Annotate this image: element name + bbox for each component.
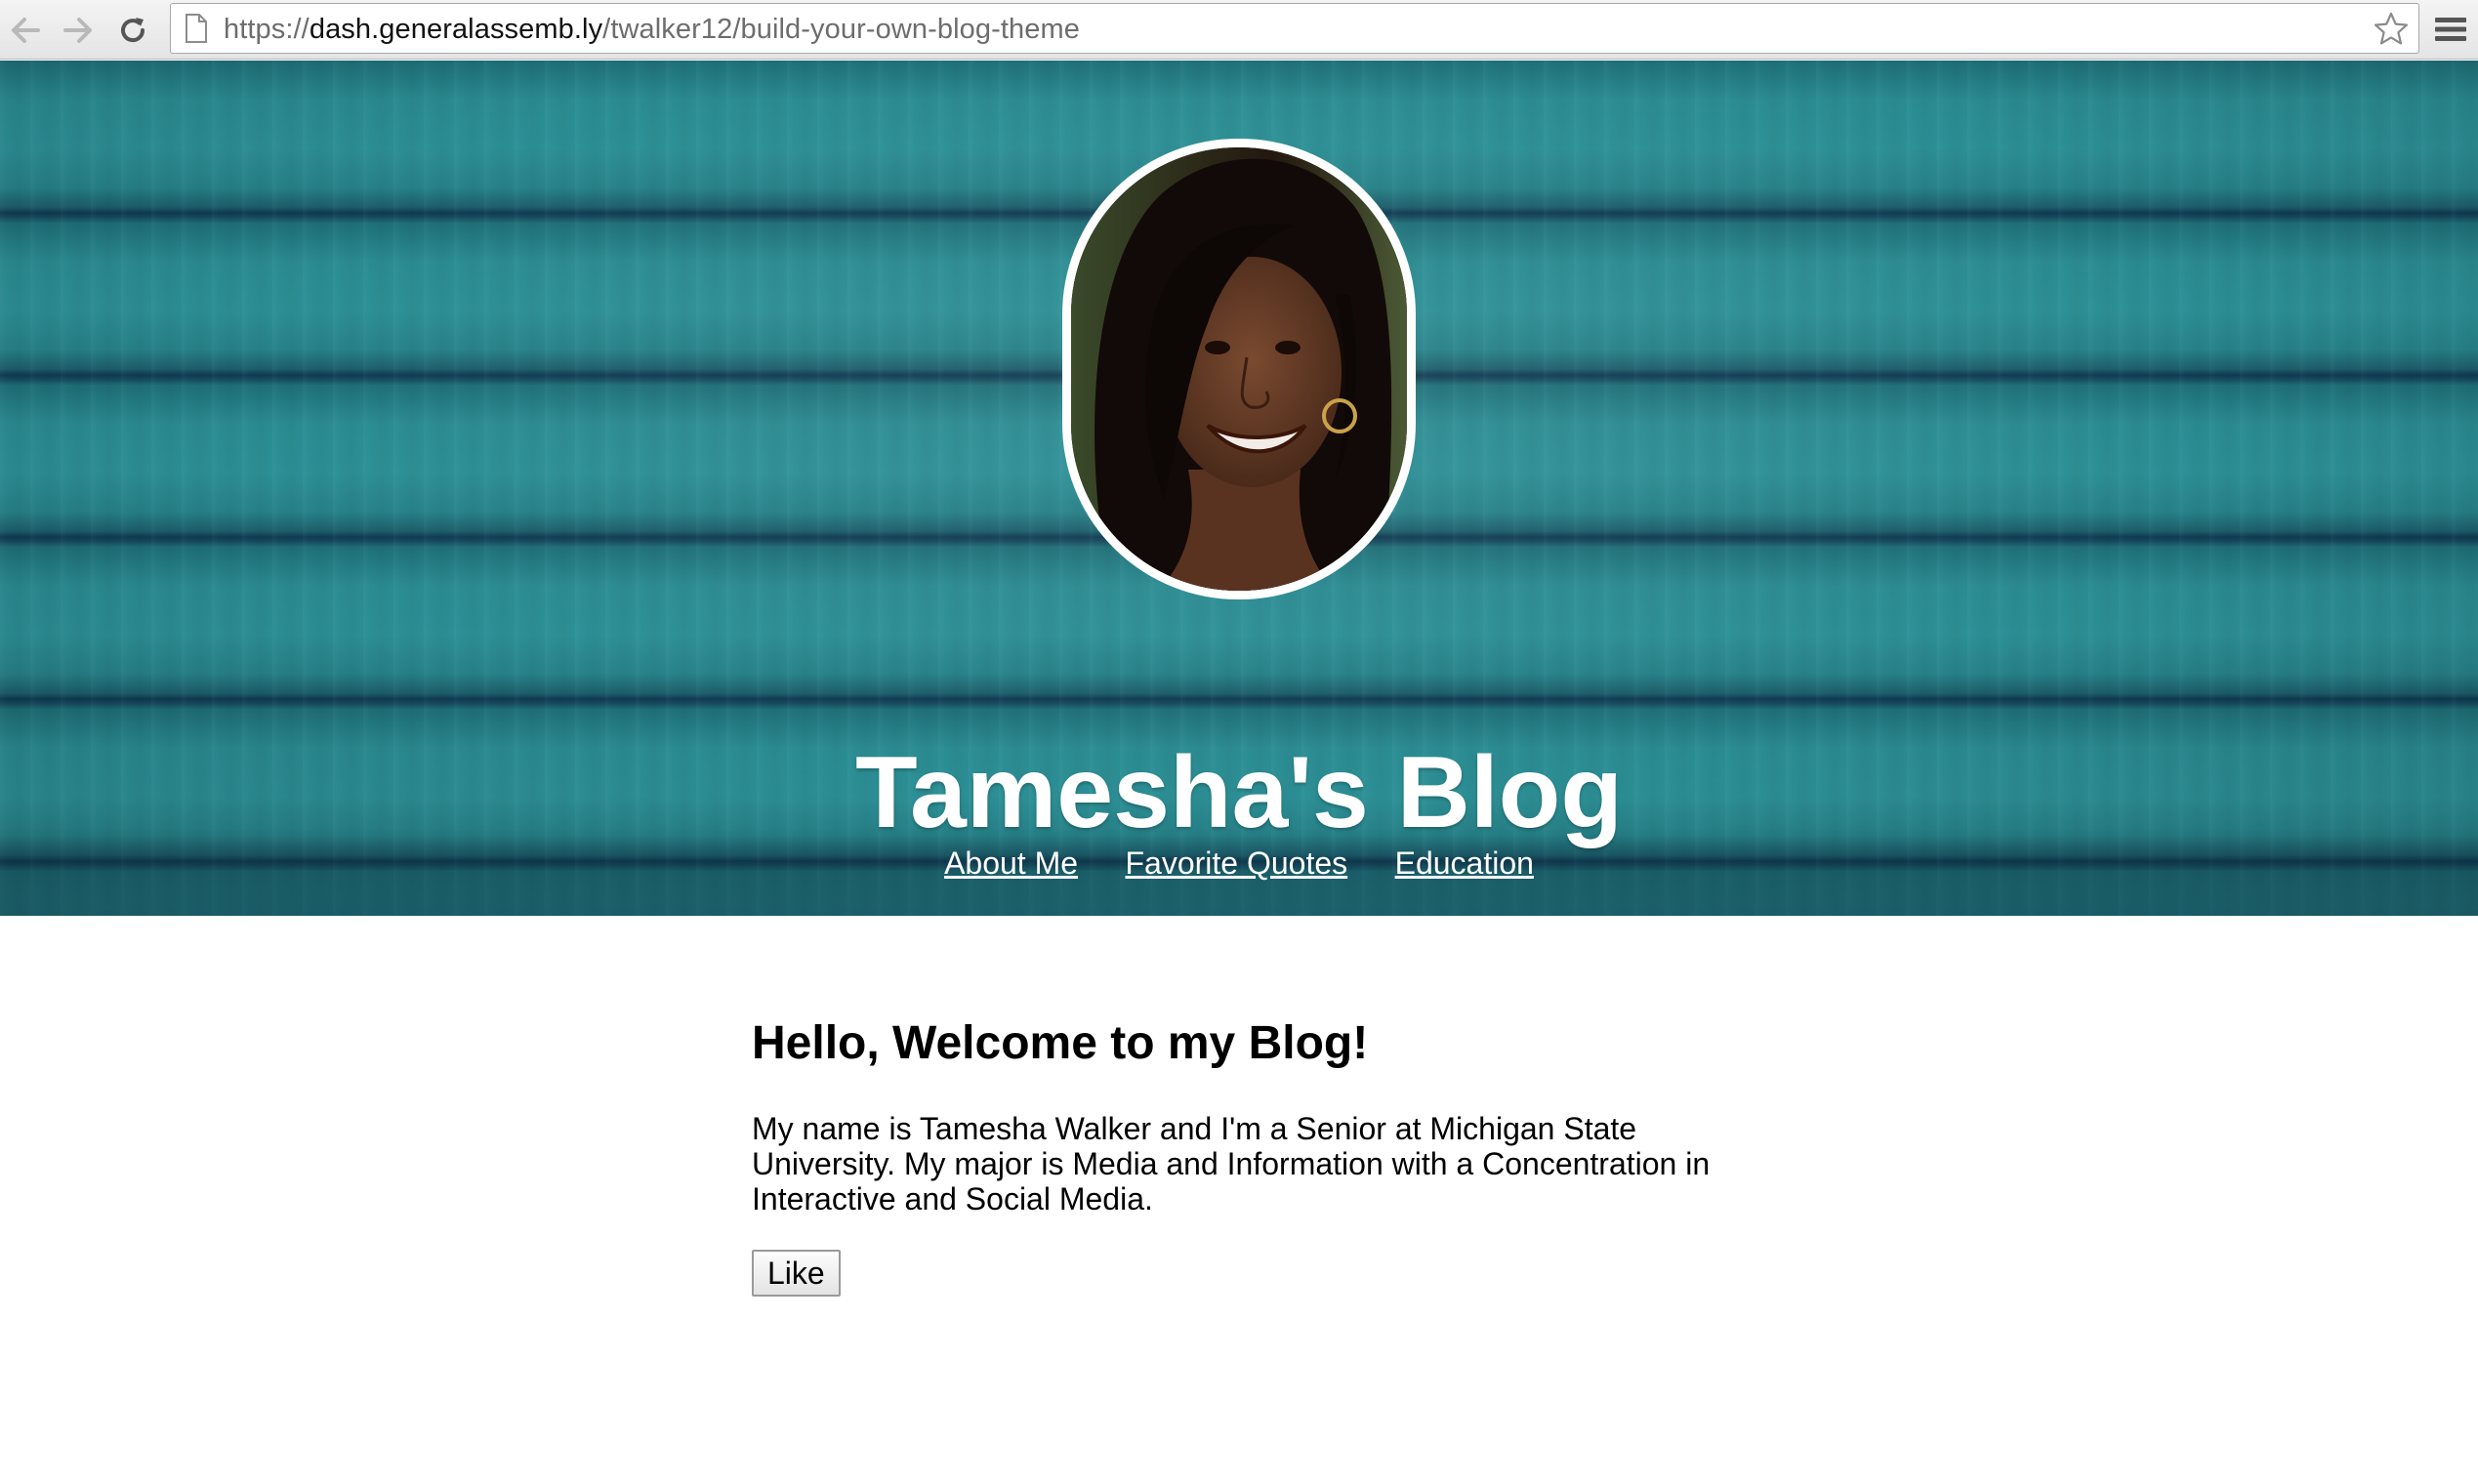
- page-icon: [186, 14, 207, 43]
- menu-icon[interactable]: [2431, 12, 2470, 47]
- reload-icon: [121, 18, 145, 43]
- reload-button[interactable]: [111, 9, 154, 52]
- forward-arrow-icon: [63, 18, 92, 43]
- intro-paragraph: My name is Tamesha Walker and I'm a Seni…: [752, 1111, 1711, 1216]
- welcome-heading: Hello, Welcome to my Blog!: [752, 1017, 1369, 1069]
- main-content: Hello, Welcome to my Blog! My name is Ta…: [752, 1015, 1738, 1297]
- forward-button[interactable]: [57, 9, 100, 52]
- like-button[interactable]: Like: [752, 1250, 841, 1297]
- nav-link-favorite-quotes[interactable]: Favorite Quotes: [1125, 845, 1347, 882]
- nav-link-about-me[interactable]: About Me: [944, 845, 1078, 882]
- nav-link-education[interactable]: Education: [1395, 845, 1534, 882]
- profile-photo-image: [1071, 147, 1407, 591]
- address-bar[interactable]: https://dash.generalassemb.ly/twalker12/…: [170, 3, 2419, 54]
- star-icon[interactable]: [2372, 10, 2411, 49]
- blog-nav: About Me Favorite Quotes Education: [0, 845, 2478, 882]
- browser-toolbar: https://dash.generalassemb.ly/twalker12/…: [0, 0, 2478, 60]
- back-arrow-icon: [12, 18, 40, 43]
- blog-title: Tamesha's Blog: [855, 735, 1623, 849]
- url-host: dash.generalassemb.ly: [309, 14, 603, 45]
- url-text[interactable]: https://dash.generalassemb.ly/twalker12/…: [224, 4, 1080, 55]
- url-scheme: https://: [224, 14, 310, 45]
- url-path: /twalker12/build-your-own-blog-theme: [602, 14, 1080, 45]
- back-button[interactable]: [4, 9, 47, 52]
- blog-header: Tamesha's Blog About Me Favorite Quotes …: [0, 61, 2478, 916]
- profile-photo: [1062, 139, 1416, 599]
